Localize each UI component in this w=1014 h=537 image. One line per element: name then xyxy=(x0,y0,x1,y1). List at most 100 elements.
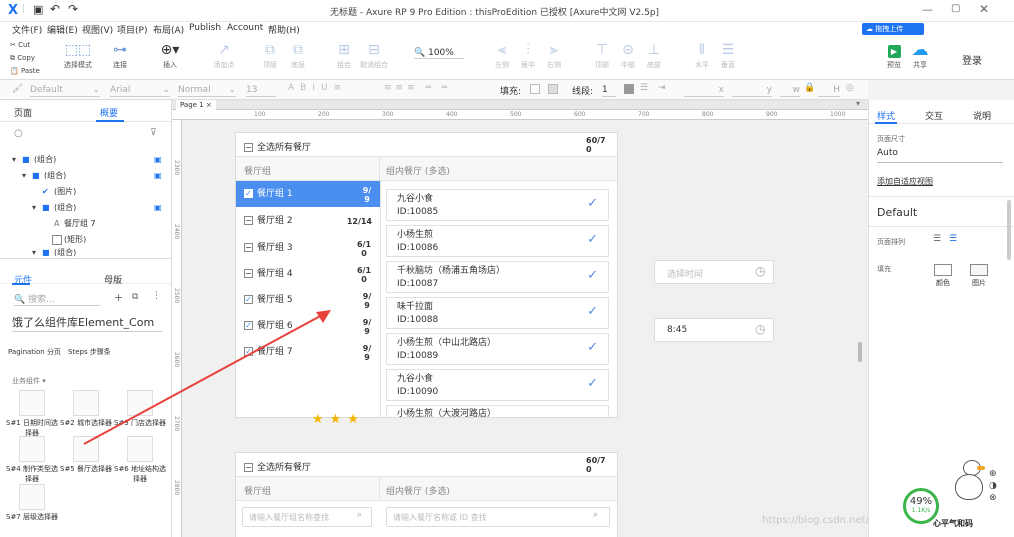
copy-button[interactable]: ⧉ Copy xyxy=(10,52,40,65)
minimize-icon[interactable]: — xyxy=(922,3,933,16)
tab-notes[interactable]: 说明 xyxy=(973,109,991,122)
restaurant-item[interactable]: 千秋脑坊（杨浦五角场店） ID:10087 ✓ xyxy=(386,261,609,293)
connect-button[interactable]: ⊶ 连接 xyxy=(102,40,138,70)
text-align-icons[interactable]: ≡≡≡ ═ ═ xyxy=(384,83,451,93)
page-size-dropdown[interactable]: Auto xyxy=(877,148,1003,163)
restaurant-item[interactable]: 九谷小食 ID:10090 ✓ xyxy=(386,369,609,401)
library-widget[interactable]: S#7 层级选择器 xyxy=(6,484,58,522)
menu-publish[interactable]: Publish xyxy=(189,23,221,33)
more-icon[interactable]: ⋮ xyxy=(152,291,161,301)
text-format-icons[interactable]: ABIU≡ xyxy=(288,83,347,93)
search-icon[interactable]: ○ xyxy=(14,128,23,139)
library-widget[interactable]: S#1 日期时间选择器 xyxy=(6,390,58,438)
tree-row[interactable]: ▾ ■ (组合) ▣ xyxy=(0,168,171,184)
group-row[interactable]: ✓ 餐厅组 6 9/9 xyxy=(236,313,380,339)
w-input[interactable]: w xyxy=(780,83,800,97)
login-button[interactable]: 登录 xyxy=(962,52,982,67)
group-row[interactable]: ✓ 餐厅组 7 9/9 xyxy=(236,339,380,365)
tree-row[interactable]: ▾ ■ (组合) ▣ xyxy=(0,200,171,216)
page-style-name[interactable]: Default xyxy=(877,206,917,219)
tree-row[interactable]: ▾ ■ (组合) xyxy=(0,248,171,258)
distribute-v-button[interactable]: ☰ 垂直 xyxy=(710,40,746,70)
widget-search-input[interactable]: 🔍 搜索... xyxy=(14,292,100,306)
tab-masters[interactable]: 母版 xyxy=(104,273,122,286)
weight-dropdown[interactable]: Normal ⌄ xyxy=(178,83,236,97)
filter-icon[interactable]: ⊽ xyxy=(150,128,157,138)
group-row[interactable]: − 餐厅组 3 6/10 xyxy=(236,235,380,261)
chevron-down-circle-icon[interactable]: ⊗ xyxy=(989,492,997,504)
tab-style[interactable]: 样式 xyxy=(877,109,895,122)
restaurant-search-input[interactable]: 请输入餐厅名称或 ID 查找 ⌕ xyxy=(386,507,610,527)
menu-file[interactable]: 文件(F) xyxy=(12,23,42,36)
y-input[interactable]: y xyxy=(732,83,772,97)
zoom-in-icon[interactable]: ⊕ xyxy=(989,468,997,480)
restaurant-item[interactable]: 九谷小食 ID:10085 ✓ xyxy=(386,189,609,221)
upload-button[interactable]: ☁ 拖拽上传 xyxy=(862,23,924,35)
style-dropdown[interactable]: Default ⌄ xyxy=(30,83,100,97)
format-painter-icon[interactable]: 🖌 xyxy=(12,84,23,94)
tab-pages[interactable]: 页面 xyxy=(14,106,32,119)
stroke-color-swatch[interactable] xyxy=(624,84,634,94)
h-input[interactable]: H xyxy=(818,83,840,97)
maximize-icon[interactable]: ▢ xyxy=(951,3,960,14)
scrollbar-track[interactable] xyxy=(1007,200,1011,260)
menu-project[interactable]: 项目(P) xyxy=(117,23,147,36)
group-row[interactable]: − 餐厅组 2 12/14 xyxy=(236,208,380,234)
font-dropdown[interactable]: Arial ⌄ xyxy=(110,83,170,97)
lock-ratio-icon[interactable]: 🔒 xyxy=(804,83,815,93)
restaurant-item[interactable]: 小杨生煎（大渡河路店） xyxy=(386,405,609,417)
section-header[interactable]: 业务组件 ▾ xyxy=(12,376,46,386)
fill-color-swatch[interactable] xyxy=(530,84,540,94)
align-left-icon[interactable]: ☰ xyxy=(933,234,941,244)
stroke-style-icon[interactable]: ☰ xyxy=(640,83,648,93)
redo-icon[interactable]: ↷ xyxy=(68,2,78,16)
save-icon[interactable]: ▣ xyxy=(33,3,43,16)
chevron-down-icon[interactable]: ▾ xyxy=(856,100,860,108)
tree-row[interactable]: A 餐厅组 7 xyxy=(0,216,171,232)
select-all-checkbox[interactable]: − 全选所有餐厅 xyxy=(244,460,311,473)
align-right-button[interactable]: ⫸ 右侧 xyxy=(536,40,572,70)
group-row[interactable]: ✓ 餐厅组 1 9/9 xyxy=(236,181,380,207)
menu-edit[interactable]: 编辑(E) xyxy=(47,23,78,36)
menu-help[interactable]: 帮助(H) xyxy=(268,23,300,36)
ungroup-button[interactable]: ⊟ 取消组合 xyxy=(356,40,392,70)
tab-interactions[interactable]: 交互 xyxy=(925,109,943,122)
stroke-width-input[interactable]: 1 xyxy=(602,83,616,97)
group-search-input[interactable]: 请输入餐厅组名称查找 ⌕ xyxy=(242,507,372,527)
contrast-icon[interactable]: ◑ xyxy=(989,480,997,492)
library-widget[interactable]: S#2 城市选择器 xyxy=(60,390,112,428)
restaurant-item[interactable]: 小杨生煎（中山北路店） ID:10089 ✓ xyxy=(386,333,609,365)
group-row[interactable]: ✓ 餐厅组 5 9/9 xyxy=(236,287,380,313)
font-size-dropdown[interactable]: 13 xyxy=(246,83,276,97)
tree-row[interactable]: (矩形) xyxy=(0,232,171,248)
page-tab[interactable]: Page 1 × xyxy=(176,100,216,110)
tab-pagination[interactable]: Pagination 分页 xyxy=(8,347,61,357)
fill-color-button[interactable]: 颜色 xyxy=(931,264,955,288)
visibility-icon[interactable]: ◎ xyxy=(846,83,854,93)
tree-row[interactable]: ▾ ■ (组合) ▣ xyxy=(0,152,171,168)
align-bottom-button[interactable]: ⊥ 底部 xyxy=(636,40,672,70)
library-widget[interactable]: S#3 门店选择器 xyxy=(114,390,166,428)
add-point-button[interactable]: ↗ 添加点 xyxy=(206,40,242,70)
select-mode-button[interactable]: ⬚⬚ 选择模式 xyxy=(58,40,98,70)
scrollbar-thumb[interactable] xyxy=(858,342,862,362)
menu-account[interactable]: Account xyxy=(227,23,263,33)
toggle-icon[interactable]: ▣ xyxy=(154,200,162,216)
add-adaptive-view-link[interactable]: 添加自适应视图 xyxy=(877,176,933,187)
menu-view[interactable]: 视图(V) xyxy=(82,23,113,36)
select-all-checkbox[interactable]: − 全选所有餐厅 xyxy=(244,140,311,153)
add-library-icon[interactable]: + xyxy=(114,291,123,304)
library-widget[interactable]: S#5 餐厅选择器 xyxy=(60,436,112,474)
tab-outline[interactable]: 概要 xyxy=(100,106,118,119)
restaurant-item[interactable]: 味千拉面 ID:10088 ✓ xyxy=(386,297,609,329)
toggle-icon[interactable]: ▣ xyxy=(154,152,162,168)
restaurant-item[interactable]: 小杨生煎 ID:10086 ✓ xyxy=(386,225,609,257)
library-dropdown[interactable]: 饿了么组件库Element_Com xyxy=(12,314,162,332)
time-picker-filled[interactable]: 8:45 ◷ xyxy=(654,318,774,342)
align-center-icon[interactable]: ☰ xyxy=(949,234,957,244)
tree-row[interactable]: ✔ (图片) xyxy=(0,184,171,200)
undo-icon[interactable]: ↶ xyxy=(50,2,60,16)
x-input[interactable]: x xyxy=(684,83,724,97)
insert-button[interactable]: ⊕▾ 插入 xyxy=(152,40,188,70)
library-options-icon[interactable]: ⧉ xyxy=(132,292,138,302)
